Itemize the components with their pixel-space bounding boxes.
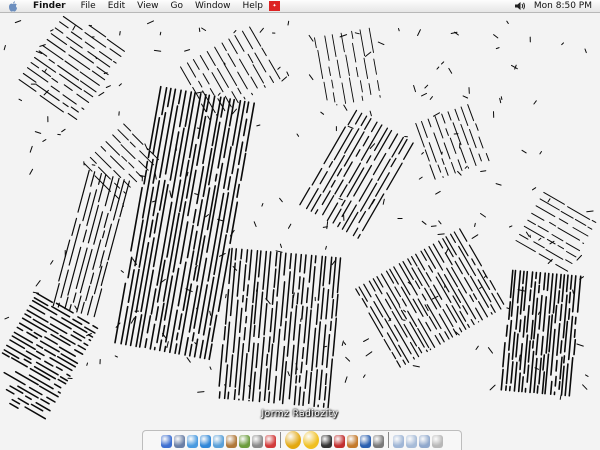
safari-icon[interactable] <box>200 435 211 448</box>
calendar-icon[interactable] <box>334 435 345 448</box>
input-menu-flag-icon[interactable]: ✦ <box>269 1 280 11</box>
ical-icon[interactable] <box>265 435 276 448</box>
system-preferences-icon[interactable] <box>252 435 263 448</box>
desktop-wallpaper <box>0 13 600 450</box>
itunes-icon[interactable] <box>213 435 224 448</box>
menu-file[interactable]: File <box>75 0 102 13</box>
address-book-icon[interactable] <box>226 435 237 448</box>
z-app-icon[interactable] <box>303 431 319 449</box>
trash-icon[interactable] <box>432 435 443 448</box>
downloads-folder-icon[interactable] <box>406 435 417 448</box>
wallpaper-line-art <box>0 13 600 450</box>
menu-window[interactable]: Window <box>189 0 237 13</box>
applications-folder-icon[interactable] <box>419 435 430 448</box>
ichat-icon[interactable] <box>187 435 198 448</box>
menu-bar: Finder File Edit View Go Window Help ✦ M… <box>0 0 600 13</box>
jormz-radiozity-icon[interactable] <box>285 431 301 449</box>
menu-clock[interactable]: Mon 8:50 PM <box>534 1 592 11</box>
disc-icon[interactable] <box>321 435 332 448</box>
preview-icon[interactable] <box>347 435 358 448</box>
apple-menu-icon[interactable] <box>8 0 18 12</box>
menu-go[interactable]: Go <box>164 0 188 13</box>
finder-icon[interactable] <box>161 435 172 448</box>
quicktime-icon[interactable] <box>360 435 371 448</box>
menu-help[interactable]: Help <box>236 0 269 13</box>
iphoto-icon[interactable] <box>239 435 250 448</box>
app-menu-finder[interactable]: Finder <box>27 0 75 13</box>
dock-separator <box>280 432 281 448</box>
mail-icon[interactable] <box>174 435 185 448</box>
dock <box>142 430 462 450</box>
music-icon[interactable] <box>373 435 384 448</box>
menu-view[interactable]: View <box>131 0 164 13</box>
documents-folder-icon[interactable] <box>393 435 404 448</box>
dock-hover-label: Jormz Radiozity <box>261 409 339 419</box>
dock-separator <box>388 432 389 448</box>
volume-speaker-icon[interactable] <box>514 1 526 11</box>
menu-edit[interactable]: Edit <box>102 0 131 13</box>
